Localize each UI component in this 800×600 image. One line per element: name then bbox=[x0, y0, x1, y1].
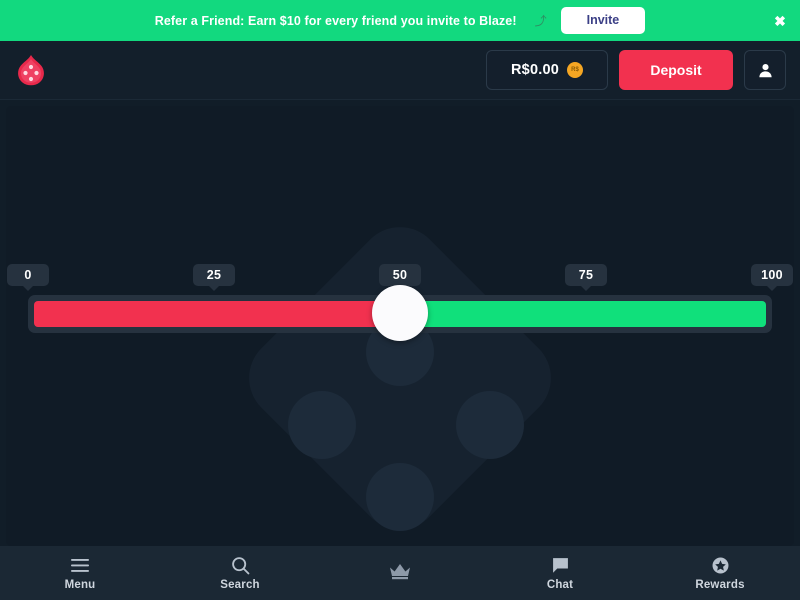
arrow-emoji-icon: ⤴ bbox=[534, 14, 547, 28]
slider-tick-75: 75 bbox=[565, 264, 607, 291]
slider-tick-25: 25 bbox=[193, 264, 235, 291]
balance-amount: R$0.00 bbox=[511, 62, 559, 78]
close-icon[interactable]: ✖ bbox=[772, 13, 788, 29]
search-icon bbox=[231, 555, 250, 575]
referral-banner: Refer a Friend: Earn $10 for every frien… bbox=[0, 0, 800, 41]
blaze-flame-dice-logo[interactable] bbox=[14, 53, 48, 87]
slider-tick-100: 100 bbox=[751, 264, 793, 291]
nav-item-search[interactable]: Search bbox=[160, 546, 320, 600]
slider-fill-low bbox=[34, 301, 400, 327]
slider-fill-high bbox=[400, 301, 766, 327]
slider-tick-labels: 0 25 50 75 100 bbox=[7, 264, 793, 291]
balance-display[interactable]: R$0.00 R$ bbox=[486, 50, 608, 90]
nav-item-crown[interactable] bbox=[320, 546, 480, 600]
crown-icon bbox=[388, 561, 412, 581]
bottom-navigation: Menu Search Chat Rewards bbox=[0, 546, 800, 600]
stage-background: 0 25 50 75 100 bbox=[6, 106, 794, 546]
app-root: Refer a Friend: Earn $10 for every frien… bbox=[0, 0, 800, 600]
nav-item-menu[interactable]: Menu bbox=[0, 546, 160, 600]
range-slider: 0 25 50 75 100 bbox=[6, 106, 794, 546]
coin-icon: R$ bbox=[566, 62, 583, 78]
nav-label-chat: Chat bbox=[546, 579, 574, 591]
nav-label-search: Search bbox=[220, 579, 260, 591]
invite-button[interactable]: Invite bbox=[560, 6, 646, 35]
nav-label-menu: Menu bbox=[64, 579, 96, 591]
nav-item-rewards[interactable]: Rewards bbox=[640, 546, 800, 600]
slider-tick-0: 0 bbox=[7, 264, 49, 291]
app-header: R$0.00 R$ Deposit bbox=[0, 41, 800, 100]
slider-tick-50: 50 bbox=[379, 264, 421, 291]
profile-button[interactable] bbox=[744, 50, 786, 90]
chat-bubble-icon bbox=[551, 555, 570, 575]
nav-item-chat[interactable]: Chat bbox=[480, 546, 640, 600]
slider-handle[interactable] bbox=[372, 285, 428, 341]
star-badge-icon bbox=[711, 555, 730, 575]
referral-banner-text: Refer a Friend: Earn $10 for every frien… bbox=[154, 13, 517, 28]
deposit-button[interactable]: Deposit bbox=[619, 50, 733, 90]
hamburger-menu-icon bbox=[70, 555, 90, 575]
header-actions: R$0.00 R$ Deposit bbox=[486, 50, 786, 90]
nav-label-rewards: Rewards bbox=[695, 579, 745, 591]
game-stage: 0 25 50 75 100 bbox=[6, 106, 794, 546]
user-avatar-icon bbox=[758, 63, 772, 77]
